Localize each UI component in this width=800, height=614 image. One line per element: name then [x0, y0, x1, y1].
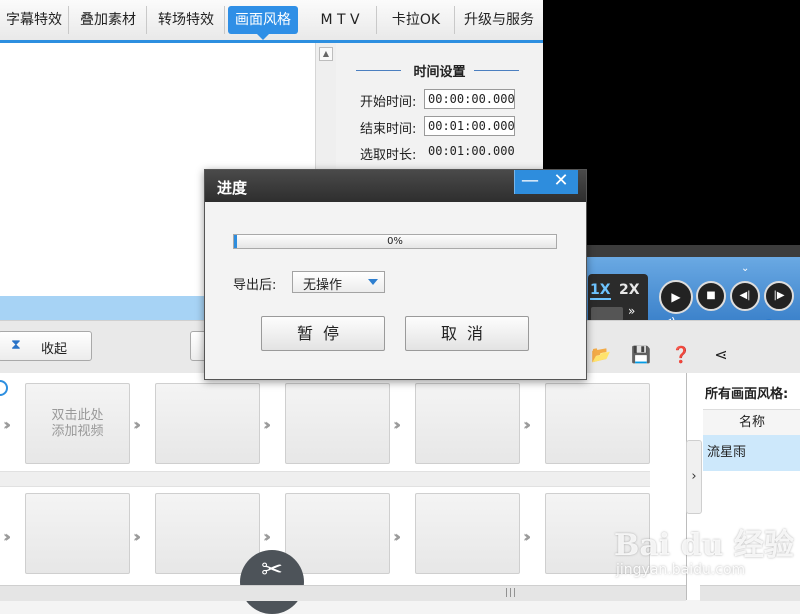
tab-subtitle-effects[interactable]: 字幕特效	[0, 6, 69, 34]
help-icon[interactable]: ❓	[670, 345, 692, 365]
cancel-button[interactable]: 取消	[405, 316, 529, 351]
speed-2x-button[interactable]: 2X	[619, 282, 640, 298]
previous-frame-icon[interactable]: ◀|	[730, 281, 760, 311]
close-icon[interactable]: ✕	[544, 170, 578, 194]
after-export-select[interactable]: 无操作	[292, 271, 385, 293]
video-slot[interactable]	[25, 493, 130, 574]
minimize-icon[interactable]: —	[514, 170, 545, 194]
video-slot[interactable]	[415, 493, 520, 574]
tab-transition-effects[interactable]: 转场特效	[148, 6, 225, 34]
play-icon[interactable]: ▶	[659, 280, 693, 314]
collapse-icon: ⧗	[11, 337, 21, 353]
title-divider	[474, 70, 519, 71]
expand-arrow-icon[interactable]: ⌄	[741, 263, 749, 274]
scissors-icon: ✂	[261, 555, 283, 585]
arrow-chevron-icon: ››	[393, 415, 402, 434]
scroll-up-icon[interactable]: ▲	[319, 47, 333, 61]
arrow-chevron-icon: ››	[263, 415, 272, 434]
video-slot[interactable]	[285, 383, 390, 464]
speed-selector: 1X 2X »	[588, 274, 648, 326]
add-video-hint: 双击此处 添加视频	[51, 408, 104, 439]
save-icon[interactable]: 💾	[630, 345, 652, 365]
progress-strip	[591, 307, 623, 321]
chevron-right-icon: ›	[691, 469, 697, 484]
progress-dialog: 进度 — ✕ 0% 导出后: 无操作 暂停 取消	[204, 169, 587, 380]
pause-button[interactable]: 暂停	[261, 316, 385, 351]
tab-upgrade-service[interactable]: 升级与服务	[456, 6, 542, 34]
stop-icon[interactable]: ■	[696, 281, 726, 311]
fast-forward-icon[interactable]: »	[628, 304, 635, 318]
panel-toggle-button[interactable]: ›	[686, 440, 702, 514]
after-export-label: 导出后:	[233, 278, 277, 293]
arrow-chevron-icon: ››	[393, 527, 402, 546]
panel-bottom-bar	[700, 585, 800, 601]
dialog-title-bar[interactable]: 进度 — ✕	[205, 170, 586, 202]
export-progress-bar: 0%	[233, 234, 557, 249]
arrow-chevron-icon: ››	[263, 527, 272, 546]
next-frame-icon[interactable]: |▶	[764, 281, 794, 311]
end-time-label: 结束时间:	[360, 122, 417, 137]
after-export-value: 无操作	[303, 278, 343, 293]
video-slot[interactable]	[415, 383, 520, 464]
duration-value: 00:01:00.000	[428, 144, 515, 158]
arrow-chevron-icon: ››	[3, 527, 12, 546]
progress-percent: 0%	[387, 236, 403, 247]
tab-overlay-material[interactable]: 叠加素材	[70, 6, 147, 34]
horizontal-scrollbar[interactable]: |||	[0, 585, 686, 601]
share-icon[interactable]: ⋖	[710, 345, 732, 365]
start-time-input[interactable]: 00:00:00.000	[424, 89, 515, 109]
open-folder-icon[interactable]: 📂	[590, 345, 612, 365]
video-slot[interactable]	[545, 383, 650, 464]
tab-mtv[interactable]: M T V	[304, 6, 377, 34]
tab-karaoke[interactable]: 卡拉OK	[378, 6, 455, 34]
collapse-button[interactable]: ⧗ 收起	[0, 331, 92, 361]
style-list-header: 所有画面风格:	[705, 387, 789, 402]
timeline-row-separator	[0, 471, 650, 487]
cut-button[interactable]: ✂	[240, 550, 304, 614]
tab-picture-style[interactable]: 画面风格	[228, 6, 298, 40]
duration-label: 选取时长:	[360, 148, 417, 163]
scrollbar-grip-icon[interactable]: |||	[505, 588, 517, 598]
video-slot[interactable]	[155, 383, 260, 464]
collapse-label: 收起	[41, 342, 68, 357]
arrow-chevron-icon: ››	[3, 415, 12, 434]
end-time-input[interactable]: 00:01:00.000	[424, 116, 515, 136]
start-time-label: 开始时间:	[360, 95, 417, 110]
arrow-chevron-icon: ››	[523, 415, 532, 434]
dropdown-caret-icon	[368, 279, 378, 285]
watermark-url: jingyan.baidu.com	[616, 562, 746, 578]
speed-1x-button[interactable]: 1X	[590, 282, 611, 300]
add-video-slot[interactable]: 双击此处 添加视频	[25, 383, 130, 464]
name-column-header[interactable]: 名称	[703, 409, 800, 437]
dialog-title: 进度	[217, 179, 248, 197]
arrow-chevron-icon: ››	[523, 527, 532, 546]
baidu-watermark: Bai du 经验	[614, 528, 794, 563]
arrow-chevron-icon: ››	[133, 527, 142, 546]
tab-bar: 字幕特效 叠加素材 转场特效 画面风格 M T V 卡拉OK 升级与服务	[0, 0, 543, 43]
style-list-item[interactable]: 流星雨	[703, 435, 800, 471]
arrow-chevron-icon: ››	[133, 415, 142, 434]
